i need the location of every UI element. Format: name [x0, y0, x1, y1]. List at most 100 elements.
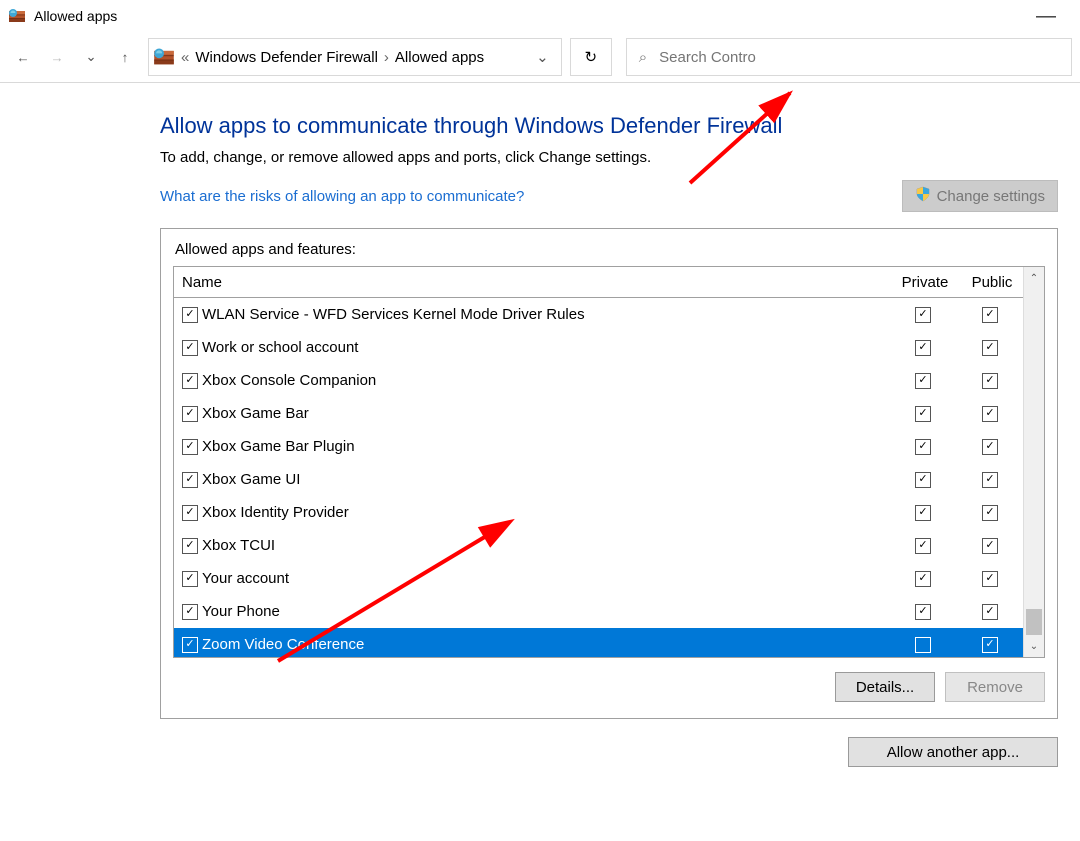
public-cell — [961, 505, 1023, 521]
column-name[interactable]: Name — [174, 274, 889, 291]
shield-icon — [915, 186, 931, 206]
private-checkbox[interactable] — [915, 637, 931, 653]
forward-button[interactable]: → — [42, 42, 72, 72]
public-cell — [961, 472, 1023, 488]
enable-checkbox[interactable] — [182, 472, 198, 488]
app-name-label: WLAN Service - WFD Services Kernel Mode … — [202, 306, 889, 323]
public-checkbox[interactable] — [982, 637, 998, 653]
address-dropdown-button[interactable]: ⌄ — [528, 48, 557, 66]
column-public[interactable]: Public — [961, 274, 1023, 291]
app-name-label: Xbox Game UI — [202, 471, 889, 488]
public-cell — [961, 406, 1023, 422]
public-checkbox[interactable] — [982, 538, 998, 554]
enable-checkbox[interactable] — [182, 571, 198, 587]
enable-checkbox[interactable] — [182, 604, 198, 620]
public-cell — [961, 307, 1023, 323]
address-bar[interactable]: « Windows Defender Firewall › Allowed ap… — [148, 38, 562, 76]
breadcrumb-prefix: « — [179, 49, 191, 66]
private-cell — [889, 472, 961, 488]
public-checkbox[interactable] — [982, 472, 998, 488]
table-row[interactable]: Your account — [174, 562, 1023, 595]
scroll-up-button[interactable]: ⌃ — [1024, 267, 1044, 289]
risks-link[interactable]: What are the risks of allowing an app to… — [160, 188, 524, 205]
details-button[interactable]: Details... — [835, 672, 935, 702]
private-checkbox[interactable] — [915, 340, 931, 356]
list-header[interactable]: Name Private Public — [174, 267, 1023, 298]
public-checkbox[interactable] — [982, 373, 998, 389]
table-row[interactable]: WLAN Service - WFD Services Kernel Mode … — [174, 298, 1023, 331]
public-checkbox[interactable] — [982, 604, 998, 620]
change-settings-button[interactable]: Change settings — [902, 180, 1058, 212]
firewall-icon — [153, 46, 175, 68]
table-row[interactable]: Xbox Game Bar Plugin — [174, 430, 1023, 463]
public-checkbox[interactable] — [982, 571, 998, 587]
enable-checkbox[interactable] — [182, 373, 198, 389]
enable-checkbox[interactable] — [182, 340, 198, 356]
private-cell — [889, 637, 961, 653]
scroll-thumb[interactable] — [1026, 609, 1042, 635]
enable-checkbox[interactable] — [182, 406, 198, 422]
page-subtext: To add, change, or remove allowed apps a… — [160, 149, 1070, 166]
table-row[interactable]: Xbox Game UI — [174, 463, 1023, 496]
window-title: Allowed apps — [34, 8, 117, 24]
table-row[interactable]: Your Phone — [174, 595, 1023, 628]
private-checkbox[interactable] — [915, 505, 931, 521]
public-cell — [961, 604, 1023, 620]
allow-another-app-button[interactable]: Allow another app... — [848, 737, 1058, 767]
public-checkbox[interactable] — [982, 340, 998, 356]
public-checkbox[interactable] — [982, 406, 998, 422]
public-checkbox[interactable] — [982, 505, 998, 521]
private-checkbox[interactable] — [915, 604, 931, 620]
private-cell — [889, 373, 961, 389]
private-checkbox[interactable] — [915, 406, 931, 422]
chevron-right-icon[interactable]: › — [382, 49, 391, 66]
enable-checkbox[interactable] — [182, 307, 198, 323]
public-checkbox[interactable] — [982, 439, 998, 455]
enable-checkbox[interactable] — [182, 439, 198, 455]
scroll-track[interactable] — [1024, 289, 1044, 635]
allowed-apps-listview[interactable]: Name Private Public WLAN Service - WFD S… — [173, 266, 1045, 658]
groupbox-label: Allowed apps and features: — [173, 241, 1045, 266]
search-box[interactable]: ⌕ — [626, 38, 1072, 76]
minimize-button[interactable]: — — [1020, 11, 1072, 21]
app-name-label: Xbox Game Bar Plugin — [202, 438, 889, 455]
refresh-button[interactable]: ↻ — [570, 38, 612, 76]
public-cell — [961, 637, 1023, 653]
private-checkbox[interactable] — [915, 307, 931, 323]
private-checkbox[interactable] — [915, 472, 931, 488]
public-checkbox[interactable] — [982, 307, 998, 323]
table-row[interactable]: Zoom Video Conference — [174, 628, 1023, 657]
column-private[interactable]: Private — [889, 274, 961, 291]
breadcrumb-allowed-apps[interactable]: Allowed apps — [391, 49, 488, 66]
enable-checkbox[interactable] — [182, 637, 198, 653]
table-row[interactable]: Xbox TCUI — [174, 529, 1023, 562]
search-input[interactable] — [657, 48, 1059, 67]
private-checkbox[interactable] — [915, 538, 931, 554]
firewall-icon — [8, 7, 26, 25]
allowed-apps-groupbox: Allowed apps and features: Name Private … — [160, 228, 1058, 719]
enable-checkbox[interactable] — [182, 538, 198, 554]
refresh-icon: ↻ — [584, 48, 597, 66]
app-name-label: Xbox Game Bar — [202, 405, 889, 422]
table-row[interactable]: Work or school account — [174, 331, 1023, 364]
private-checkbox[interactable] — [915, 439, 931, 455]
app-name-label: Xbox TCUI — [202, 537, 889, 554]
table-row[interactable]: Xbox Game Bar — [174, 397, 1023, 430]
breadcrumb-firewall[interactable]: Windows Defender Firewall — [191, 49, 382, 66]
public-cell — [961, 439, 1023, 455]
back-button[interactable]: ← — [8, 42, 38, 72]
enable-checkbox[interactable] — [182, 505, 198, 521]
remove-button[interactable]: Remove — [945, 672, 1045, 702]
private-cell — [889, 439, 961, 455]
table-row[interactable]: Xbox Identity Provider — [174, 496, 1023, 529]
private-checkbox[interactable] — [915, 373, 931, 389]
up-button[interactable]: ↑ — [110, 42, 140, 72]
recent-locations-button[interactable]: ⌄ — [76, 42, 106, 72]
scroll-down-button[interactable]: ⌄ — [1024, 635, 1044, 657]
vertical-scrollbar[interactable]: ⌃ ⌄ — [1023, 267, 1044, 657]
private-checkbox[interactable] — [915, 571, 931, 587]
search-icon: ⌕ — [639, 49, 647, 66]
public-cell — [961, 373, 1023, 389]
table-row[interactable]: Xbox Console Companion — [174, 364, 1023, 397]
private-cell — [889, 307, 961, 323]
